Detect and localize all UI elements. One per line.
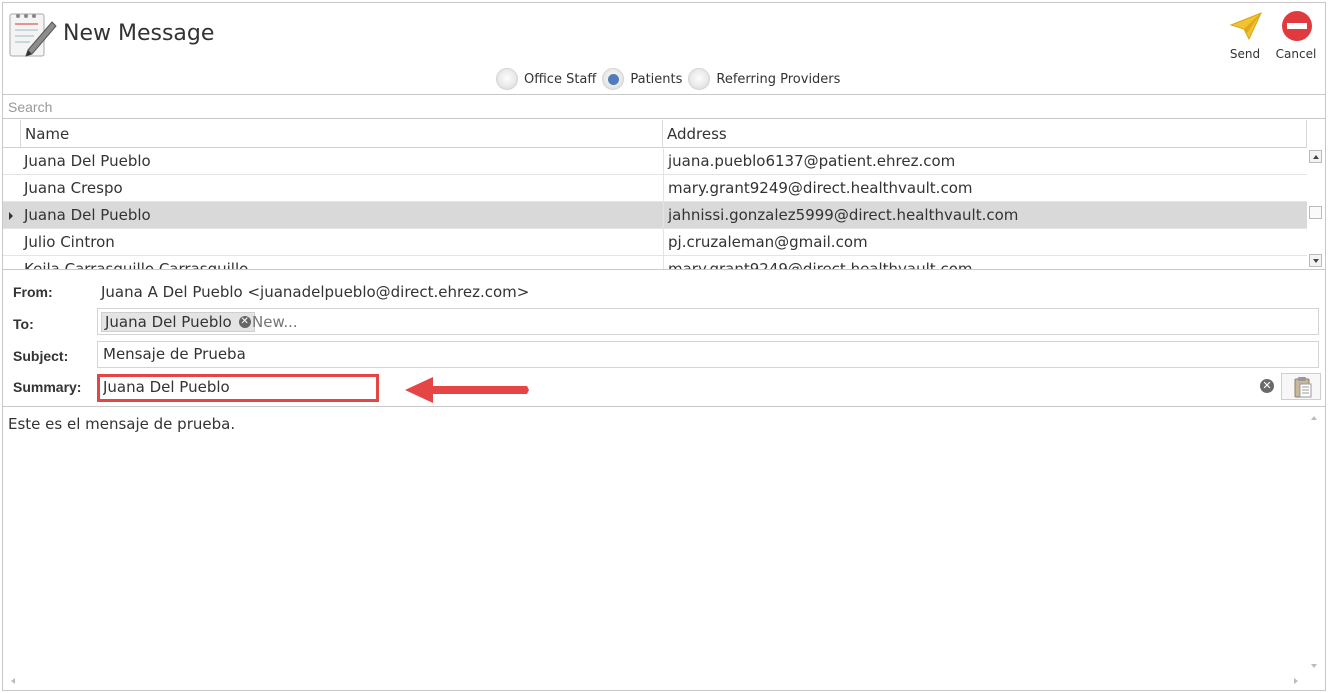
page-title: New Message [63,21,215,46]
remove-token-icon[interactable]: ✕ [238,316,251,328]
column-header-name[interactable]: Name [20,120,663,148]
subject-input[interactable] [103,345,1303,363]
scroll-down-icon[interactable] [1307,659,1321,673]
annotation-arrow-icon [405,377,529,403]
message-body-editor[interactable]: Este es el mensaje de prueba. [3,406,1325,690]
table-row[interactable]: Keila Carrasquillo Carrasquillo mary.gra… [3,256,1307,270]
radio-office-staff[interactable]: Office Staff [496,68,596,90]
paste-button[interactable] [1281,373,1321,400]
send-label: Send [1229,47,1261,61]
cell-name: Keila Carrasquillo Carrasquillo [24,260,249,270]
cell-address: juana.pueblo6137@patient.ehrez.com [663,148,1307,175]
clipboard-icon [1294,377,1312,398]
cell-address: pj.cruzaleman@gmail.com [663,229,1307,256]
to-label: To: [13,316,34,332]
subject-field[interactable] [97,341,1319,368]
from-label: From: [13,284,53,300]
radio-label: Office Staff [524,71,597,87]
cell-name: Juana Del Pueblo [24,152,151,170]
summary-label: Summary: [13,379,82,395]
cancel-button[interactable]: Cancel [1274,7,1318,63]
cell-name: Juana Del Pueblo [24,206,151,224]
search-input[interactable] [3,95,1325,118]
radio-referring-providers[interactable]: Referring Providers [688,68,840,90]
cell-name: Julio Cintron [24,233,115,251]
cell-address: mary.grant9249@direct.healthvault.com [663,256,1307,269]
body-vertical-scrollbar[interactable] [1307,411,1321,673]
send-button[interactable]: Send [1223,7,1267,63]
radio-dot-selected [602,68,625,90]
new-message-window: New Message Send Cancel Office Staff Pat… [2,2,1326,691]
table-row[interactable]: Juana Del Pueblo juana.pueblo6137@patien… [3,148,1307,175]
table-row[interactable]: Juana Crespo mary.grant9249@direct.healt… [3,175,1307,202]
table-row-selected[interactable]: Juana Del Pueblo jahnissi.gonzalez5999@d… [3,202,1307,229]
recipient-token[interactable]: Juana Del Pueblo ✕ [101,312,255,332]
scroll-down-icon[interactable] [1309,254,1322,267]
from-value: Juana A Del Pueblo <juanadelpueblo@direc… [101,283,530,301]
subject-label: Subject: [13,348,69,364]
scroll-left-icon[interactable] [7,674,21,688]
message-body-text[interactable]: Este es el mensaje de prueba. [8,415,235,433]
body-horizontal-scrollbar[interactable] [7,674,1303,688]
radio-dot [688,68,711,90]
scroll-thumb[interactable] [1309,206,1322,219]
cancel-label: Cancel [1275,47,1317,61]
grid-header: Name Address [3,120,1307,148]
notepad-pencil-icon [8,8,58,60]
no-entry-icon [1282,11,1312,41]
to-field[interactable]: Juana Del Pueblo ✕ [97,308,1319,335]
recipient-grid: Name Address Juana Del Pueblo juana.pueb… [3,120,1325,270]
table-row[interactable]: Julio Cintron pj.cruzaleman@gmail.com [3,229,1307,256]
paper-plane-icon [1229,12,1262,41]
cell-address: jahnissi.gonzalez5999@direct.healthvault… [663,202,1307,229]
summary-input[interactable] [103,378,373,396]
search-bar [3,94,1325,119]
scroll-right-icon[interactable] [1289,674,1303,688]
to-new-input[interactable] [252,313,452,331]
cell-address: mary.grant9249@direct.healthvault.com [663,175,1307,202]
recipient-type-radio-group: Office Staff Patients Referring Provider… [496,66,846,92]
radio-label: Referring Providers [716,71,841,87]
radio-patients[interactable]: Patients [602,68,682,90]
scroll-up-icon[interactable] [1309,150,1322,163]
recipient-token-label: Juana Del Pueblo [105,313,232,331]
cell-name: Juana Crespo [24,179,123,197]
row-indicator-icon [9,212,13,220]
radio-label: Patients [630,71,683,87]
scroll-up-icon[interactable] [1307,411,1321,425]
grid-scrollbar[interactable] [1307,148,1323,269]
column-header-address[interactable]: Address [663,120,1307,148]
summary-field-highlight[interactable] [97,374,379,402]
clear-summary-icon[interactable]: ✕ [1260,379,1274,393]
radio-dot [496,68,518,90]
header: New Message Send Cancel [3,3,1325,65]
